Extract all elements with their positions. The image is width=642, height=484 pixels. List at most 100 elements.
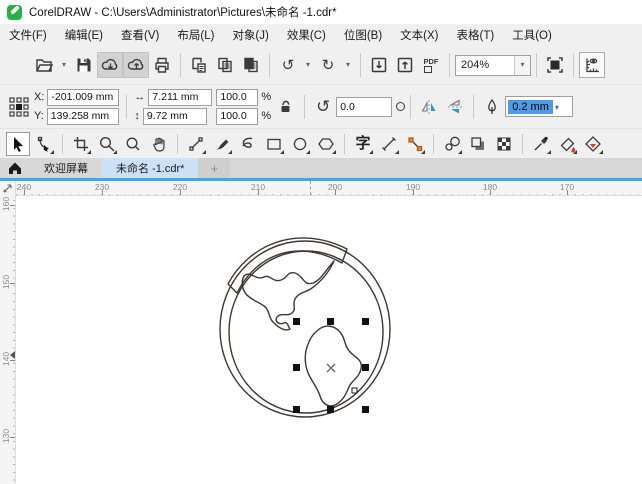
menu-item-object[interactable]: 对象(J) [223,24,277,46]
ellipse-tool[interactable] [288,132,312,156]
percent-label: % [261,110,272,122]
artistic-media-tool[interactable] [210,132,234,156]
rotate-icon: ↺ [316,97,331,116]
interactive-fill-tool[interactable] [555,132,579,156]
cut-options-button[interactable] [186,52,212,78]
outline-width-combobox[interactable]: 0.2 mm ▾ [505,96,574,117]
save-to-cloud-button[interactable] [97,52,123,78]
menu-item-edit[interactable]: 编辑(E) [56,24,112,46]
export-button[interactable] [392,52,418,78]
menu-item-tools[interactable]: 工具(O) [503,24,561,46]
selection-handle [293,318,300,325]
coreldraw-window: CorelDRAW - C:\Users\Administrator\Pictu… [0,0,642,484]
crop-tool[interactable] [69,132,93,156]
zoom-tool[interactable] [95,132,119,156]
shape-tool[interactable] [32,132,56,156]
chevron-down-icon: ▾ [305,60,310,69]
save-button[interactable] [71,52,97,78]
polygon-tool[interactable] [314,132,338,156]
paste-button[interactable] [238,52,264,78]
menu-item-view[interactable]: 查看(V) [112,24,168,46]
zoom-out-tool[interactable] [121,132,145,156]
property-bar: X: Y: ↔ ↕ % [0,84,642,128]
horizontal-ruler[interactable]: 240 230 220 210 200 190 180 170 [0,181,642,196]
selection-handle [327,406,334,413]
rectangle-tool[interactable] [262,132,286,156]
import-button[interactable] [366,52,392,78]
full-screen-preview-button[interactable] [542,52,568,78]
chevron-down-icon: ▾ [554,103,559,112]
new-document-tab-button[interactable]: + [198,158,231,178]
continent-north-shape[interactable] [241,260,335,331]
print-button[interactable] [149,52,175,78]
tab-welcome-screen[interactable]: 欢迎屏幕 [30,158,102,178]
vertical-ruler[interactable]: 160 150 140 130 [0,196,16,484]
zoom-level-dropdown-button[interactable]: ▾ [514,55,530,75]
upload-to-cloud-button[interactable] [123,52,149,78]
vruler-label: 150 [1,274,11,290]
home-icon [9,162,21,174]
b-spline-tool[interactable] [236,132,260,156]
selection-handle [293,406,300,413]
open-document-button[interactable] [31,52,57,78]
transparency-tool[interactable] [492,132,516,156]
toolbox: 字 [0,128,642,158]
text-tool[interactable]: 字 [351,132,375,156]
object-position-grid-icon [6,94,32,120]
lock-ratio-button[interactable] [273,94,299,120]
scale-vertical-input[interactable] [216,107,259,125]
undo-flyout-arrow[interactable]: ▾ [301,52,315,78]
y-position-input[interactable] [46,107,119,125]
selection-handle [362,406,369,413]
undo-button[interactable]: ↺ [275,52,301,78]
pick-tool[interactable] [6,131,30,156]
scale-horizontal-input[interactable] [216,88,259,106]
globe-drawing[interactable] [16,196,642,484]
smart-fill-tool[interactable] [581,132,605,156]
show-rulers-button[interactable] [579,52,605,78]
freehand-tool[interactable] [184,132,208,156]
chevron-down-icon: ▾ [520,60,525,69]
menu-item-text[interactable]: 文本(X) [391,24,447,46]
menu-item-effects[interactable]: 效果(C) [278,24,335,46]
new-document-button[interactable] [5,52,31,78]
drawing-canvas[interactable] [16,196,642,484]
zoom-level-combobox[interactable]: 204% ▾ [455,54,531,76]
outline-pen-icon [479,94,505,120]
object-width-input[interactable] [148,88,213,106]
selection-center-x-marker[interactable] [326,363,336,373]
redo-flyout-arrow[interactable]: ▾ [341,52,355,78]
publish-to-pdf-button[interactable]: PDF [418,52,444,78]
x-position-input[interactable] [47,88,120,106]
undo-icon: ↺ [281,56,295,74]
mirror-vertical-button[interactable] [442,94,468,120]
globe-outer-circle[interactable] [219,240,391,418]
pan-tool[interactable] [147,132,171,156]
curve-node[interactable] [351,387,358,394]
rotation-angle-input[interactable] [336,96,393,117]
chevron-down-icon: ▾ [345,60,350,69]
zoom-level-value: 204% [461,59,490,71]
copy-button[interactable] [212,52,238,78]
color-eyedropper-tool[interactable] [529,132,553,156]
dimension-tool[interactable] [377,132,401,156]
menu-item-layout[interactable]: 布局(L) [168,24,223,46]
menu-item-bitmaps[interactable]: 位图(B) [335,24,391,46]
outline-width-dropdown-button[interactable]: ▾ [555,97,559,116]
menu-item-file[interactable]: 文件(F) [0,24,56,46]
document-tab-bar: 欢迎屏幕 未命名 -1.cdr* + [0,158,642,178]
tab-document[interactable]: 未命名 -1.cdr* [102,158,199,178]
home-button[interactable] [0,158,30,178]
redo-button[interactable]: ↻ [315,52,341,78]
menu-bar: 文件(F) 编辑(E) 查看(V) 布局(L) 对象(J) 效果(C) 位图(B… [0,24,642,46]
object-height-input[interactable] [142,107,207,125]
window-title: CorelDRAW - C:\Users\Administrator\Pictu… [29,7,337,19]
title-bar: CorelDRAW - C:\Users\Administrator\Pictu… [0,0,642,24]
outline-width-value: 0.2 mm [508,99,553,114]
menu-item-table[interactable]: 表格(T) [448,24,504,46]
blend-tool[interactable] [440,132,464,156]
mirror-horizontal-button[interactable] [416,94,442,120]
connector-tool[interactable] [403,132,427,156]
open-flyout-arrow[interactable]: ▾ [57,52,71,78]
drop-shadow-tool[interactable] [466,132,490,156]
